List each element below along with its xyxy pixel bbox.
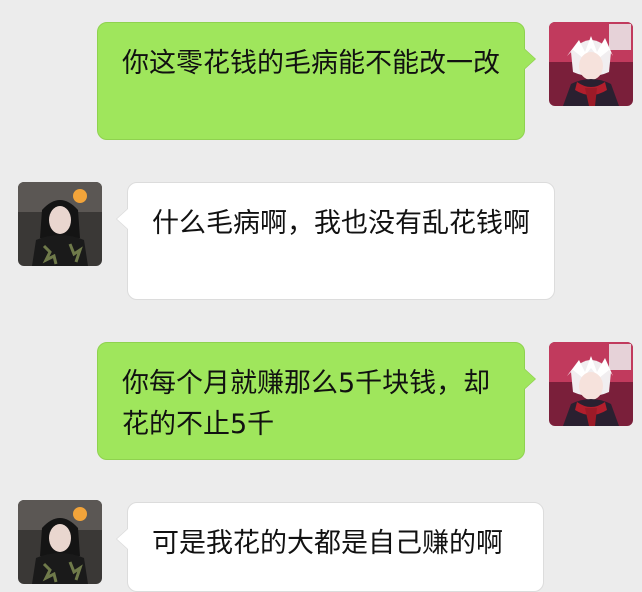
incoming-message-bubble[interactable]: 什么毛病啊，我也没有乱花钱啊 bbox=[116, 182, 555, 300]
message-text: 你每个月就赚那么5千块钱，却花的不止5千 bbox=[122, 368, 491, 440]
chat-conversation: 你这零花钱的毛病能不能改一改 什么毛病啊，我也没有乱花钱啊 你每个月就赚那么5千… bbox=[0, 0, 642, 592]
message-text: 可是我花的大都是自己赚的啊 bbox=[152, 528, 503, 559]
contact-avatar[interactable] bbox=[18, 182, 102, 266]
contact-avatar[interactable] bbox=[18, 500, 102, 584]
contact-photo bbox=[18, 500, 102, 584]
outgoing-message-bubble[interactable]: 你这零花钱的毛病能不能改一改 bbox=[97, 22, 536, 140]
message-text: 什么毛病啊，我也没有乱花钱啊 bbox=[152, 208, 530, 239]
contact-photo bbox=[18, 182, 102, 266]
bubble-tail bbox=[117, 209, 128, 229]
bubble-tail bbox=[524, 49, 535, 69]
outgoing-message-bubble[interactable]: 你每个月就赚那么5千块钱，却花的不止5千 bbox=[97, 342, 536, 460]
my-avatar[interactable] bbox=[549, 22, 633, 106]
anime-avatar-image bbox=[549, 342, 633, 426]
incoming-message-bubble[interactable]: 可是我花的大都是自己赚的啊 bbox=[116, 502, 544, 592]
bubble-tail bbox=[117, 529, 128, 549]
anime-avatar-image bbox=[549, 22, 633, 106]
bubble-tail bbox=[524, 369, 535, 389]
message-text: 你这零花钱的毛病能不能改一改 bbox=[122, 48, 500, 79]
my-avatar[interactable] bbox=[549, 342, 633, 426]
